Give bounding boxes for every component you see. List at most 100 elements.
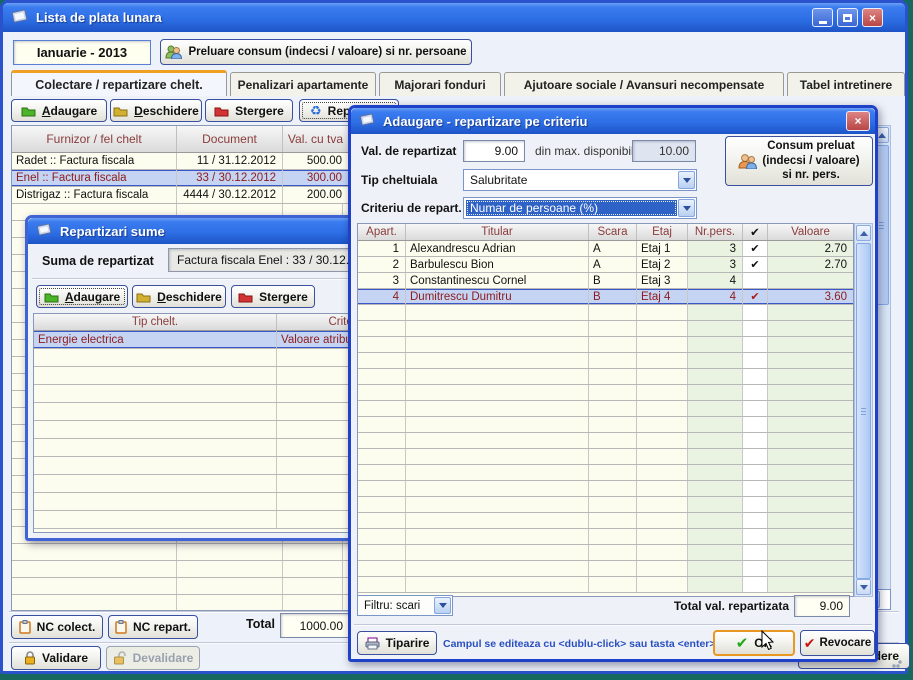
stergere-button[interactable]: Stergere	[231, 285, 315, 308]
mouse-cursor	[761, 630, 777, 657]
green-folder-icon	[44, 291, 59, 303]
consum-preluat-button[interactable]: Consum preluat (indecsi / valoare) si nr…	[725, 136, 873, 186]
validare-label: Validare	[42, 651, 88, 665]
deschidere-button[interactable]: Deschidere	[132, 285, 226, 308]
suma-label: Suma de repartizat	[42, 254, 154, 268]
revocare-label: Revocare	[819, 637, 871, 649]
window-title: Lista de plata lunara	[36, 10, 162, 25]
col-val-cu-tva[interactable]: Val. cu tva	[283, 126, 349, 152]
table-row[interactable]: 2 Barbulescu Bion A Etaj 2 3 ✔ 2.70	[358, 257, 853, 273]
col-valoare[interactable]: Valoare	[768, 224, 853, 240]
cell-valoare: 300.00	[283, 170, 349, 186]
total-repartizata-label: Total val. repartizata	[601, 599, 789, 613]
cell-valoare	[768, 273, 853, 288]
cell-etaj: Etaj 1	[637, 241, 688, 256]
nc-repart-label: NC repart.	[133, 620, 191, 634]
dialog-titlebar: Adaugare - repartizare pe criteriu ×	[351, 108, 875, 134]
table-row-selected[interactable]: 4 Dumitrescu Dumitru B Etaj 4 4 ✔ 3.60	[358, 289, 853, 305]
repartizare-label: Rep	[328, 104, 351, 118]
notebook-icon	[359, 112, 376, 131]
adaugare-button[interactable]: Adaugare	[11, 99, 107, 122]
nc-colect-button[interactable]: NC colect.	[11, 615, 103, 639]
resize-grip[interactable]	[891, 657, 903, 669]
close-icon[interactable]: ×	[862, 8, 883, 27]
table-row[interactable]: 1 Alexandrescu Adrian A Etaj 1 3 ✔ 2.70	[358, 241, 853, 257]
empty-row	[358, 545, 853, 561]
close-icon[interactable]: ×	[846, 111, 870, 131]
month-selector[interactable]: Ianuarie - 2013	[13, 40, 151, 65]
deschidere-button[interactable]: Deschidere	[110, 99, 202, 122]
empty-row	[358, 513, 853, 529]
cell-titular: Barbulescu Bion	[406, 257, 589, 272]
red-check-icon: ✔	[804, 635, 816, 652]
ok-button[interactable]: ✔ OK	[713, 630, 795, 656]
col-scara[interactable]: Scara	[589, 224, 637, 240]
scroll-thumb[interactable]	[856, 243, 871, 579]
scroll-up-icon[interactable]	[856, 225, 871, 241]
dialog-title: Adaugare - repartizare pe criteriu	[383, 114, 587, 129]
printer-icon	[365, 637, 380, 650]
tab-colectare-repartizare[interactable]: Colectare / repartizare chelt.	[11, 70, 227, 96]
chevron-down-icon[interactable]	[678, 171, 695, 189]
nc-colect-label: NC colect.	[37, 620, 96, 634]
cell-document: 33 / 30.12.2012	[177, 170, 283, 186]
tiparire-label: Tiparire	[386, 636, 430, 650]
cell-valoare: 2.70	[768, 257, 853, 272]
nc-repart-button[interactable]: NC repart.	[108, 615, 198, 639]
stergere-button[interactable]: Stergere	[205, 99, 293, 122]
cell-titular: Constantinescu Cornel	[406, 273, 589, 288]
chevron-down-icon[interactable]	[678, 199, 695, 217]
check-icon[interactable]	[743, 273, 768, 288]
preluare-consum-button[interactable]: Preluare consum (indecsi / valoare) si n…	[160, 39, 472, 65]
tip-cheltuiala-select[interactable]: Salubritate	[463, 169, 697, 191]
tab-penalizari[interactable]: Penalizari apartamente	[230, 72, 376, 96]
deschidere-label: Deschidere	[157, 290, 222, 304]
tab-ajutoare[interactable]: Ajutoare sociale / Avansuri necompensate	[504, 72, 784, 96]
col-document[interactable]: Document	[177, 126, 283, 152]
dialog-scrollbar[interactable]	[854, 223, 873, 597]
cell-tip-chelt: Energie electrica	[34, 331, 277, 348]
empty-row	[358, 449, 853, 465]
col-check-icon[interactable]: ✔	[743, 224, 768, 240]
adaugare-label: Adaugare	[65, 290, 120, 304]
cell-nrpers: 4	[688, 273, 743, 288]
devalidare-button[interactable]: Devalidare	[106, 646, 200, 670]
tab-tabel-intretinere[interactable]: Tabel intretinere	[787, 72, 905, 96]
col-furnizor[interactable]: Furnizor / fel chelt	[12, 126, 177, 152]
empty-row	[358, 577, 853, 593]
minimize-button[interactable]	[812, 8, 833, 27]
adaugare-button[interactable]: Adaugare	[36, 285, 128, 308]
scroll-down-icon[interactable]	[856, 579, 871, 595]
empty-row	[358, 481, 853, 497]
max-disponibil-label: din max. disponibil	[535, 144, 634, 158]
criteriu-select[interactable]: Numar de persoane (%)	[463, 197, 697, 219]
consum-preluat-label: Consum preluat (indecsi / valoare) si nr…	[762, 139, 859, 184]
col-tip-chelt[interactable]: Tip chelt.	[34, 314, 277, 330]
col-titular[interactable]: Titular	[406, 224, 589, 240]
validare-button[interactable]: Validare	[11, 646, 101, 670]
revocare-button[interactable]: ✔ Revocare	[800, 630, 875, 656]
val-repartizat-input[interactable]: 9.00	[463, 140, 525, 162]
cell-valoare: 3.60	[768, 289, 853, 304]
filtru-select[interactable]: Filtru: scari	[357, 595, 453, 616]
total-label: Total	[246, 617, 275, 631]
lock-closed-icon	[24, 651, 36, 665]
total-value-field: 1000.00	[280, 613, 350, 638]
check-icon[interactable]: ✔	[743, 289, 768, 304]
criteriu-value: Numar de persoane (%)	[466, 200, 677, 216]
empty-rows	[358, 305, 853, 593]
col-etaj[interactable]: Etaj	[637, 224, 688, 240]
lock-open-icon	[113, 651, 127, 665]
check-icon[interactable]: ✔	[743, 257, 768, 272]
tip-cheltuiala-value: Salubritate	[464, 173, 677, 187]
cell-etaj: Etaj 2	[637, 257, 688, 272]
tiparire-button[interactable]: Tiparire	[357, 631, 437, 655]
empty-row	[358, 337, 853, 353]
tab-majorari[interactable]: Majorari fonduri	[379, 72, 501, 96]
maximize-button[interactable]	[837, 8, 858, 27]
chevron-down-icon[interactable]	[434, 597, 451, 614]
check-icon[interactable]: ✔	[743, 241, 768, 256]
table-row[interactable]: 3 Constantinescu Cornel B Etaj 3 4	[358, 273, 853, 289]
col-nrpers[interactable]: Nr.pers.	[688, 224, 743, 240]
col-apart[interactable]: Apart.	[358, 224, 406, 240]
